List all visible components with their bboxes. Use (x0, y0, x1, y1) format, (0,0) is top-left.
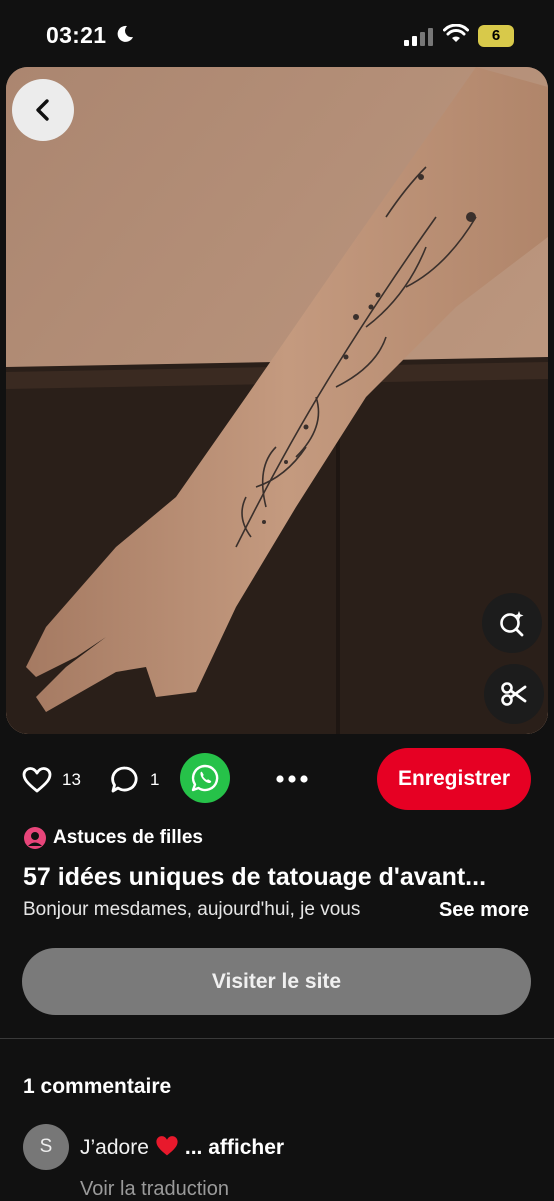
creator-name: Astuces de filles (53, 827, 203, 848)
visual-search-icon (500, 611, 524, 637)
creator-logo-icon (24, 827, 46, 849)
pin-title: 57 idées uniques de tatouage d'avant... (23, 863, 487, 891)
comment-text: J’adore (80, 1136, 149, 1159)
like-count: 13 (62, 770, 81, 789)
save-button[interactable]: Enregistrer (377, 748, 531, 810)
description-text: Bonjour mesdames, aujourd'hui, je vous (23, 899, 361, 920)
pin-image[interactable] (6, 67, 548, 734)
comment-item: J’adore ... afficher (80, 1135, 284, 1160)
status-time: 03:21 (46, 22, 107, 48)
comment-show-more[interactable]: ... afficher (185, 1136, 284, 1159)
status-bar: 03:21 6 (0, 0, 554, 66)
comments-heading: 1 commentaire (23, 1075, 172, 1098)
visual-search-button[interactable] (482, 593, 542, 653)
more-dots-icon[interactable] (276, 775, 308, 783)
avatar[interactable]: S (23, 1124, 69, 1170)
scissors-icon (501, 682, 527, 706)
action-bar: 13 1 Enregistrer (0, 748, 554, 810)
translate-link[interactable]: Voir la traduction (80, 1178, 229, 1201)
divider (0, 1038, 554, 1039)
back-arrow-icon (36, 99, 49, 121)
creator[interactable]: Astuces de filles (23, 826, 203, 850)
moon-icon (117, 25, 133, 42)
visit-site-button[interactable]: Visiter le site (22, 948, 531, 1015)
pin-description: Bonjour mesdames, aujourd'hui, je vous S… (23, 899, 533, 927)
comment-count: 1 (150, 770, 160, 789)
whatsapp-icon (191, 764, 219, 792)
tattoo-photo (6, 67, 548, 734)
see-more-link[interactable]: See more (428, 899, 529, 922)
whatsapp-share-button[interactable] (180, 753, 230, 803)
back-button[interactable] (12, 79, 74, 141)
comment-bubble-icon[interactable] (110, 765, 140, 795)
battery-icon: 6 (478, 25, 514, 47)
wifi-icon (443, 24, 469, 42)
battery-level: 6 (491, 27, 501, 44)
heart-icon[interactable] (22, 766, 52, 794)
red-heart-emoji (156, 1136, 178, 1156)
signal-icon (404, 28, 433, 46)
cutout-button[interactable] (484, 664, 544, 724)
